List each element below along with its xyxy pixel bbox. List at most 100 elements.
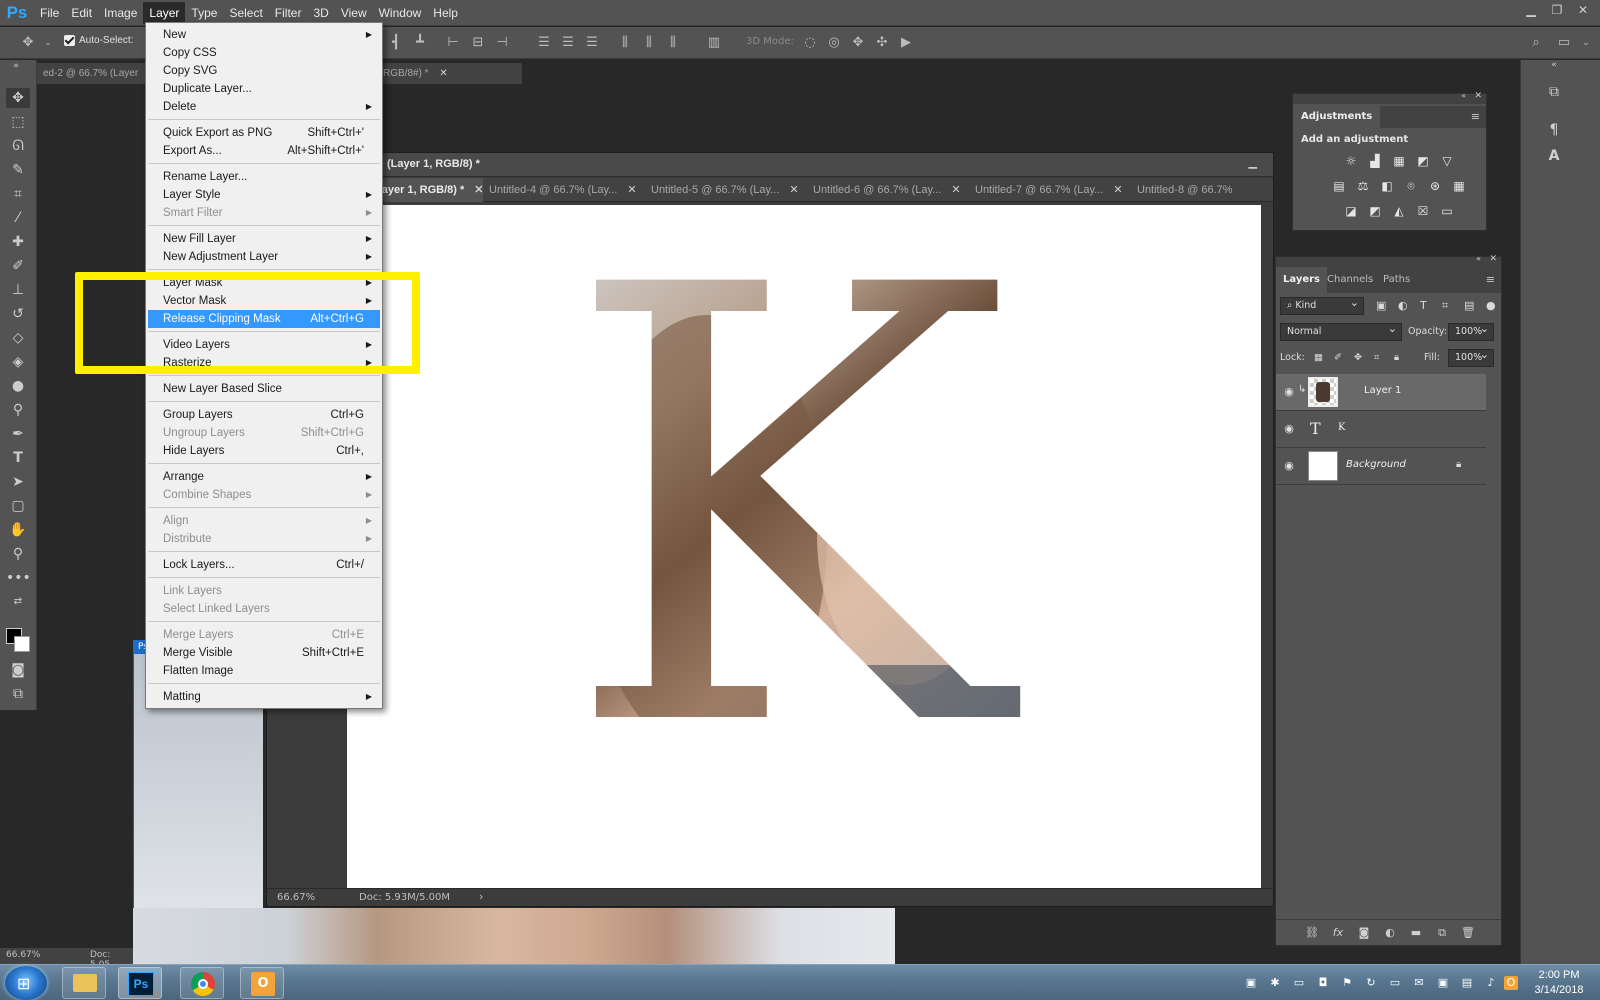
color-lookup-icon[interactable]: ▦ <box>1451 179 1467 193</box>
photoshop-taskbar-button[interactable]: Ps <box>118 967 162 999</box>
tray-security-icon[interactable]: ▣ <box>1436 976 1450 990</box>
document-tab[interactable]: Untitled-6 @ 66.7% (Lay... ✕ <box>805 178 961 202</box>
menu-item-new[interactable]: New ▶ <box>148 26 380 44</box>
gradient-map-icon[interactable]: ▭ <box>1439 204 1455 218</box>
align-icon[interactable]: ┫ <box>388 35 404 51</box>
threshold-icon[interactable]: ◭ <box>1391 204 1407 218</box>
restore-icon[interactable]: ❐ <box>1544 0 1570 20</box>
menu-item-hide-layers[interactable]: Hide Layers Ctrl+, <box>148 442 380 460</box>
minimize-icon[interactable]: ▁ <box>1518 0 1544 20</box>
slide-3d-icon[interactable]: ✣ <box>874 35 890 51</box>
close-tab-icon[interactable]: ✕ <box>1113 184 1122 196</box>
menu-image[interactable]: Image <box>98 2 143 24</box>
history-brush-tool-icon[interactable]: ↺ <box>6 304 30 324</box>
layer-row[interactable]: ◉ Background 🔒︎ <box>1276 448 1486 485</box>
menu-filter[interactable]: Filter <box>269 2 308 24</box>
healing-brush-tool-icon[interactable]: ✚ <box>6 232 30 252</box>
posterize-icon[interactable]: ◩ <box>1367 204 1383 218</box>
quick-mask-icon[interactable]: ◙ <box>6 660 30 680</box>
menu-item-new-layer-based-slice[interactable]: New Layer Based Slice <box>148 380 380 398</box>
minimize-icon[interactable]: ▁ <box>1249 156 1257 169</box>
align-right-icon[interactable]: ⊣ <box>494 35 510 51</box>
brush-tool-icon[interactable]: ✐ <box>6 256 30 276</box>
menu-item-lock-layers[interactable]: Lock Layers... Ctrl+/ <box>148 556 380 574</box>
paragraph-panel-icon[interactable]: ¶ <box>1543 122 1565 142</box>
filter-type-icon[interactable]: T <box>1420 297 1427 315</box>
tray-monitor-icon[interactable]: ▭ <box>1388 976 1402 990</box>
move-tool-icon[interactable]: ✥ <box>6 88 30 108</box>
menu-help[interactable]: Help <box>427 2 464 24</box>
orbit-3d-icon[interactable]: ◌ <box>802 35 818 51</box>
distribute-bottom-icon[interactable]: ☰ <box>584 35 600 51</box>
file-explorer-button[interactable] <box>62 967 106 999</box>
swap-colors-icon[interactable]: ⇄ <box>6 592 30 612</box>
tab-paths[interactable]: Paths <box>1376 267 1417 293</box>
clone-stamp-tool-icon[interactable]: ⊥ <box>6 280 30 300</box>
menu-layer[interactable]: Layer <box>143 1 186 24</box>
rectangle-tool-icon[interactable]: ▢ <box>6 496 30 516</box>
menu-item-flatten-image[interactable]: Flatten Image <box>148 662 380 680</box>
link-layers-icon[interactable]: ⛓ <box>1304 926 1320 940</box>
menu-item-merge-visible[interactable]: Merge Visible Shift+Ctrl+E <box>148 644 380 662</box>
distribute-top-icon[interactable]: ☰ <box>536 35 552 51</box>
fx-icon[interactable]: fx <box>1330 926 1346 940</box>
filter-pixel-icon[interactable]: ▣ <box>1376 297 1386 315</box>
status-chevron-icon[interactable]: › <box>479 890 483 903</box>
eraser-tool-icon[interactable]: ◇ <box>6 328 30 348</box>
document-window-title-bar[interactable]: (Layer 1, RGB/8) * ▁ <box>267 153 1273 177</box>
blend-mode-select[interactable]: Normal <box>1280 321 1402 341</box>
type-tool-icon[interactable]: T <box>6 448 30 468</box>
new-adjustment-icon[interactable]: ◐ <box>1382 926 1398 940</box>
path-selection-tool-icon[interactable]: ➤ <box>6 472 30 492</box>
channel-mixer-icon[interactable]: ⊛ <box>1427 179 1443 193</box>
more-tools-icon[interactable]: ••• <box>6 568 31 588</box>
tray-app-icon[interactable]: ◘ <box>1316 976 1330 990</box>
character-panel-icon[interactable]: A <box>1543 148 1565 168</box>
menu-item-copy-css[interactable]: Copy CSS <box>148 44 380 62</box>
tray-volume-icon[interactable]: ♪ <box>1484 976 1498 990</box>
adjustments-panel-header[interactable]: « ✕ <box>1293 91 1486 104</box>
hue-saturation-icon[interactable]: ▤ <box>1331 179 1347 193</box>
blur-tool-icon[interactable]: ● <box>6 376 30 396</box>
menu-item-new-adjustment-layer[interactable]: New Adjustment Layer ▶ <box>148 248 380 266</box>
tray-ps-icon[interactable]: ▣ <box>1244 976 1258 990</box>
menu-3d[interactable]: 3D <box>307 2 334 24</box>
collapse-tools-icon[interactable]: » <box>4 60 28 72</box>
tray-outlook-icon[interactable]: O <box>1504 976 1518 990</box>
lock-artboard-icon[interactable]: ⌗ <box>1374 349 1379 367</box>
canvas[interactable]: K <box>347 205 1261 888</box>
menu-select[interactable]: Select <box>223 2 268 24</box>
distribute-left-icon[interactable]: ⫼ <box>617 35 633 51</box>
tab-channels[interactable]: Channels <box>1320 267 1380 293</box>
background-color-swatch[interactable] <box>14 636 30 652</box>
expand-panels-icon[interactable]: « <box>1543 60 1565 80</box>
photo-filter-icon[interactable]: ⌾ <box>1403 179 1419 193</box>
tab-untitled-2[interactable]: ed-2 @ 66.7% (Layer <box>37 63 138 85</box>
tray-network-icon[interactable]: ▤ <box>1460 976 1474 990</box>
menu-item-layer-style[interactable]: Layer Style ▶ <box>148 186 380 204</box>
close-panel-icon[interactable]: ✕ <box>1489 254 1497 264</box>
crop-tool-icon[interactable]: ⌗ <box>6 184 30 204</box>
layer-name[interactable]: K <box>1338 422 1345 433</box>
panel-menu-icon[interactable]: ≡ <box>1471 110 1480 123</box>
menu-edit[interactable]: Edit <box>65 2 98 24</box>
close-tab-icon[interactable]: ✕ <box>627 184 636 196</box>
align-left-icon[interactable]: ⊢ <box>445 35 461 51</box>
tab-adjustments[interactable]: Adjustments <box>1293 106 1381 128</box>
document-tab[interactable]: Untitled-7 @ 66.7% (Lay... ✕ <box>967 178 1123 202</box>
eye-icon[interactable]: ◉ <box>1282 459 1296 473</box>
tab-back-document[interactable]: RGB/8#) * ✕ <box>377 63 448 85</box>
pen-tool-icon[interactable]: ✒ <box>6 424 30 444</box>
black-white-icon[interactable]: ◧ <box>1379 179 1395 193</box>
selective-color-icon[interactable]: ☒ <box>1415 204 1431 218</box>
fill-input[interactable]: 100% <box>1448 347 1494 367</box>
menu-item-copy-svg[interactable]: Copy SVG <box>148 62 380 80</box>
new-group-icon[interactable]: ▬ <box>1408 926 1424 940</box>
workspace-icon[interactable]: ▭ <box>1556 35 1572 51</box>
close-icon[interactable]: ✕ <box>1570 0 1596 20</box>
panel-menu-icon[interactable]: ≡ <box>1486 273 1495 286</box>
close-panel-icon[interactable]: ✕ <box>1474 91 1482 101</box>
layer-name[interactable]: Background <box>1346 459 1406 470</box>
color-balance-icon[interactable]: ⚖ <box>1355 179 1371 193</box>
menu-item-quick-export-as-png[interactable]: Quick Export as PNG Shift+Ctrl+' <box>148 124 380 142</box>
